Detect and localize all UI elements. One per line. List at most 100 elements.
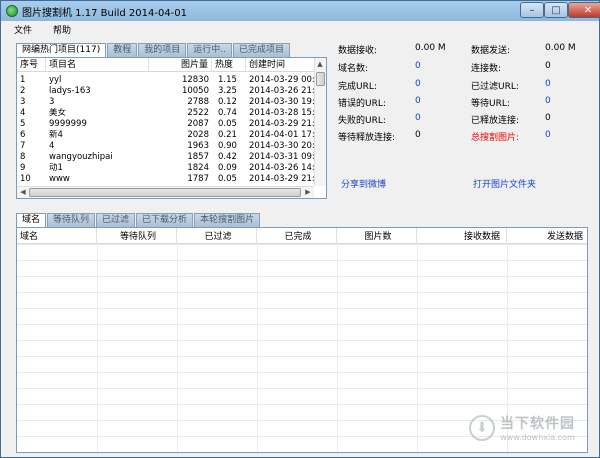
watermark: ⬇ 当下软件园 www.downxia.com (469, 413, 575, 442)
row-image-count: 2087 (187, 119, 209, 129)
close-button[interactable]: ✕ (568, 2, 600, 18)
error-value: 0 (415, 96, 421, 106)
row-name: ladys-163 (49, 86, 91, 96)
tab-running[interactable]: 运行中.. (187, 43, 232, 57)
row-created: 2014-03-29 00:40:24 (249, 75, 314, 85)
tab-hot-projects[interactable]: 网编热门项目(117) (16, 43, 107, 57)
share-weibo-link[interactable]: 分享到微博 (341, 177, 386, 190)
project-hscrollbar[interactable]: ◀ ▶ (17, 186, 314, 198)
row-heat: 3.25 (218, 86, 237, 96)
row-index: 6 (20, 130, 26, 140)
row-name: 9999999 (49, 119, 87, 129)
menu-help[interactable]: 帮助 (40, 23, 79, 36)
row-index: 3 (20, 97, 26, 107)
done-value: 0 (415, 79, 421, 89)
row-created: 2014-03-30 20:20:54 (249, 141, 314, 151)
scroll-right-icon[interactable]: ▶ (303, 187, 313, 197)
watermark-main: 当下软件园 (500, 416, 575, 432)
row-created: 2014-03-26 14:20:48 (249, 163, 314, 173)
row-name: 新4 (49, 130, 63, 140)
table-row[interactable]: 6 新4 2028 0.21 2014-04-01 17:16:32 (17, 130, 314, 141)
row-image-count: 1787 (187, 174, 209, 184)
window-title: 图片搜割机 1.17 Build 2014-04-01 (22, 7, 188, 19)
project-list-header: 序号 项目名 图片量 热度 创建时间 (17, 58, 314, 72)
col-heat[interactable]: 热度 (212, 58, 246, 72)
table-row[interactable]: 10 www 1787 0.05 2014-03-29 21:43:45 (17, 174, 314, 185)
tab-round-images[interactable]: 本轮搜割图片 (194, 213, 261, 227)
col-filtered[interactable]: 已过滤 (177, 228, 257, 244)
col-name[interactable]: 项目名 (46, 58, 149, 72)
row-name: yyl (49, 75, 62, 85)
col-image-total[interactable]: 图片数 (337, 228, 417, 244)
scroll-up-icon[interactable]: ▲ (315, 59, 325, 69)
waiting-label: 等待URL: (471, 99, 510, 109)
error-label: 错误的URL: (338, 99, 386, 109)
row-heat: 0.05 (218, 119, 237, 129)
app-window: 图片搜割机 1.17 Build 2014-04-01 – □ ✕ 文件 帮助 … (0, 0, 600, 458)
row-created: 2014-03-30 19:49:52 (249, 97, 314, 107)
row-heat: 0.09 (218, 163, 237, 173)
table-row[interactable]: 5 9999999 2087 0.05 2014-03-29 21:52:24 (17, 119, 314, 130)
recv-value: 0.00 M (415, 43, 446, 53)
project-vscrollbar[interactable]: ▲ (314, 58, 326, 186)
col-created[interactable]: 创建时间 (246, 58, 314, 72)
conn-label: 连接数: (471, 64, 502, 74)
tab-domains[interactable]: 域名 (16, 213, 47, 227)
row-created: 2014-04-01 17:16:32 (249, 130, 314, 140)
row-index: 5 (20, 119, 26, 129)
menu-file[interactable]: 文件 (1, 23, 40, 36)
domain-table-header: 域名 等待队列 已过滤 已完成 图片数 接收数据 发送数据 (17, 228, 587, 244)
row-image-count: 2788 (187, 97, 209, 107)
domain-table: 域名 等待队列 已过滤 已完成 图片数 接收数据 发送数据 ⬇ 当下软件园 ww… (16, 227, 588, 453)
col-queue[interactable]: 等待队列 (97, 228, 177, 244)
recv-label: 数据接收: (338, 46, 378, 56)
released-value: 0 (545, 113, 551, 123)
table-row[interactable]: 4 美女 2522 0.74 2014-03-28 15:29:45 (17, 108, 314, 119)
tab-tutorial[interactable]: 教程 (107, 43, 138, 57)
table-row[interactable]: 8 wangyouzhipai 1857 0.42 2014-03-31 09:27:2… (17, 152, 314, 163)
table-row[interactable]: 1 yyl 12830 1.15 2014-03-29 00:40:24 (17, 75, 314, 86)
failed-value: 0 (415, 113, 421, 123)
domains-label: 域名数: (338, 64, 369, 74)
open-folder-link[interactable]: 打开图片文件夹 (473, 177, 536, 190)
download-icon: ⬇ (469, 414, 495, 441)
row-index: 2 (20, 86, 26, 96)
vscroll-thumb[interactable] (316, 72, 325, 86)
row-created: 2014-03-31 09:27:27 (249, 152, 314, 162)
col-completed[interactable]: 已完成 (257, 228, 337, 244)
total-images-label: 总搜割图片: (471, 133, 520, 143)
row-name: 美女 (49, 108, 67, 118)
row-image-count: 1857 (187, 152, 209, 162)
waiting-value: 0 (545, 96, 551, 106)
send-label: 数据发送: (471, 46, 511, 56)
row-heat: 0.42 (218, 152, 237, 162)
minimize-button[interactable]: – (520, 2, 544, 18)
row-created: 2014-03-29 21:43:45 (249, 174, 314, 184)
col-index[interactable]: 序号 (17, 58, 46, 72)
title-bar[interactable]: 图片搜割机 1.17 Build 2014-04-01 – □ ✕ (1, 1, 600, 21)
col-domain[interactable]: 域名 (17, 228, 97, 244)
table-row[interactable]: 9 动1 1824 0.09 2014-03-26 14:20:48 (17, 163, 314, 174)
window-controls: – □ ✕ (520, 2, 600, 19)
col-received[interactable]: 接收数据 (417, 228, 507, 244)
tab-queue[interactable]: 等待队列 (47, 213, 96, 227)
row-created: 2014-03-29 21:52:24 (249, 119, 314, 129)
table-row[interactable]: 2 ladys-163 10050 3.25 2014-03-26 21:45:44 (17, 86, 314, 97)
tab-downloaded[interactable]: 已下载分析 (136, 213, 194, 227)
table-row[interactable]: 7 4 1963 0.90 2014-03-30 20:20:54 (17, 141, 314, 152)
scroll-left-icon[interactable]: ◀ (18, 187, 28, 197)
col-sent[interactable]: 发送数据 (507, 228, 587, 244)
table-row[interactable]: 3 3 2788 0.12 2014-03-30 19:49:52 (17, 97, 314, 108)
send-value: 0.00 M (545, 43, 576, 53)
maximize-button[interactable]: □ (544, 2, 568, 18)
row-index: 8 (20, 152, 26, 162)
filtered-label: 已过滤URL: (471, 82, 519, 92)
row-image-count: 12830 (181, 75, 209, 85)
tab-completed[interactable]: 已完成项目 (232, 43, 290, 57)
tab-my-projects[interactable]: 我的项目 (138, 43, 187, 57)
row-name: 4 (49, 141, 55, 151)
col-image-count[interactable]: 图片量 (149, 58, 212, 72)
wait-release-value: 0 (415, 130, 421, 140)
hscroll-thumb[interactable] (29, 188, 301, 197)
tab-filtered[interactable]: 已过滤 (96, 213, 136, 227)
